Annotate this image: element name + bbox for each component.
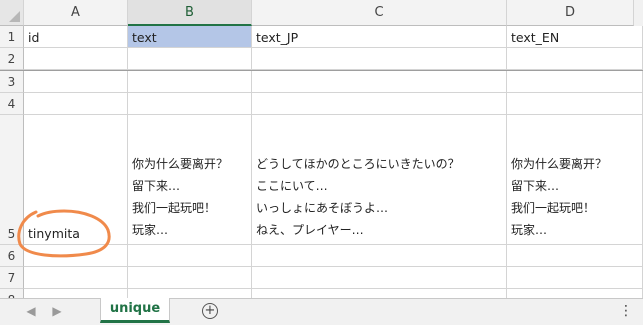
row-header-4[interactable]: 4	[0, 93, 24, 115]
cell-text-multiline: 你为什么要离开？ 留下来… 我们一起玩吧！ 玩家…	[511, 157, 608, 237]
column-header-d[interactable]: D	[507, 0, 634, 26]
cell-b6[interactable]	[128, 245, 252, 267]
row-header-6[interactable]: 6	[0, 245, 24, 267]
cell-d3[interactable]	[507, 71, 643, 93]
column-header-a[interactable]: A	[24, 0, 128, 26]
cell-b8[interactable]	[128, 289, 252, 298]
cell-b5[interactable]: 你为什么要离开？ 留下来… 我们一起玩吧！ 玩家…	[128, 115, 252, 245]
cell-text: tinymita	[28, 226, 80, 241]
cell-d4[interactable]	[507, 93, 643, 115]
plus-circle-icon[interactable]: +	[202, 303, 218, 319]
row-header-8[interactable]: 8	[0, 289, 24, 298]
cell-b2[interactable]	[128, 48, 252, 70]
vertical-ellipsis-icon[interactable]: ⋮	[619, 303, 633, 319]
cell-a1[interactable]: id	[24, 26, 128, 48]
hidden-rows-divider	[0, 70, 643, 71]
row-header-7[interactable]: 7	[0, 267, 24, 289]
cell-b7[interactable]	[128, 267, 252, 289]
row-header-1[interactable]: 1	[0, 26, 24, 48]
cell-b4[interactable]	[128, 93, 252, 115]
sheet-tab-bar: ◀ ▶ unique + ⋮	[0, 298, 643, 325]
cell-d8[interactable]	[507, 289, 643, 298]
cell-b1[interactable]: text	[128, 26, 252, 48]
cell-a5[interactable]: tinymita	[24, 115, 128, 245]
select-all-corner[interactable]	[0, 0, 24, 26]
row-header-2[interactable]: 2	[0, 48, 24, 70]
cell-c1[interactable]: text_JP	[252, 26, 507, 48]
cell-d1[interactable]: text_EN	[507, 26, 643, 48]
column-header-b[interactable]: B	[128, 0, 252, 26]
cell-text-multiline: どうしてほかのところにいきたいの？ ここにいて… いっしょにあそぼうよ… ねえ、…	[256, 157, 460, 237]
cell-c5[interactable]: どうしてほかのところにいきたいの？ ここにいて… いっしょにあそぼうよ… ねえ、…	[252, 115, 507, 245]
cell-c4[interactable]	[252, 93, 507, 115]
cell-a7[interactable]	[24, 267, 128, 289]
cell-text: text_JP	[256, 30, 299, 45]
cell-text: text	[132, 30, 157, 45]
cell-a4[interactable]	[24, 93, 128, 115]
spreadsheet-grid: A B C D 1 2 3 4 5 6 7 8 id text text_JP …	[0, 0, 643, 298]
chevron-right-icon[interactable]: ▶	[50, 304, 64, 318]
row-header-5[interactable]: 5	[0, 115, 24, 245]
cell-c3[interactable]	[252, 71, 507, 93]
cell-d5[interactable]: 你为什么要离开？ 留下来… 我们一起玩吧！ 玩家…	[507, 115, 643, 245]
cell-text: id	[28, 30, 40, 45]
cell-c6[interactable]	[252, 245, 507, 267]
cell-a8[interactable]	[24, 289, 128, 298]
row-header-3[interactable]: 3	[0, 71, 24, 93]
scroll-stub	[634, 0, 643, 26]
cell-text-multiline: 你为什么要离开？ 留下来… 我们一起玩吧！ 玩家…	[132, 157, 229, 237]
column-header-c[interactable]: C	[252, 0, 507, 26]
cell-text: text_EN	[511, 30, 560, 45]
cell-c8[interactable]	[252, 289, 507, 298]
cell-a3[interactable]	[24, 71, 128, 93]
chevron-left-icon[interactable]: ◀	[24, 304, 38, 318]
cell-d7[interactable]	[507, 267, 643, 289]
cell-b3[interactable]	[128, 71, 252, 93]
cell-c2[interactable]	[252, 48, 507, 70]
cell-a6[interactable]	[24, 245, 128, 267]
sheet-tab-unique[interactable]: unique	[100, 298, 170, 323]
cell-c7[interactable]	[252, 267, 507, 289]
cell-d6[interactable]	[507, 245, 643, 267]
cell-d2[interactable]	[507, 48, 643, 70]
cell-a2[interactable]	[24, 48, 128, 70]
